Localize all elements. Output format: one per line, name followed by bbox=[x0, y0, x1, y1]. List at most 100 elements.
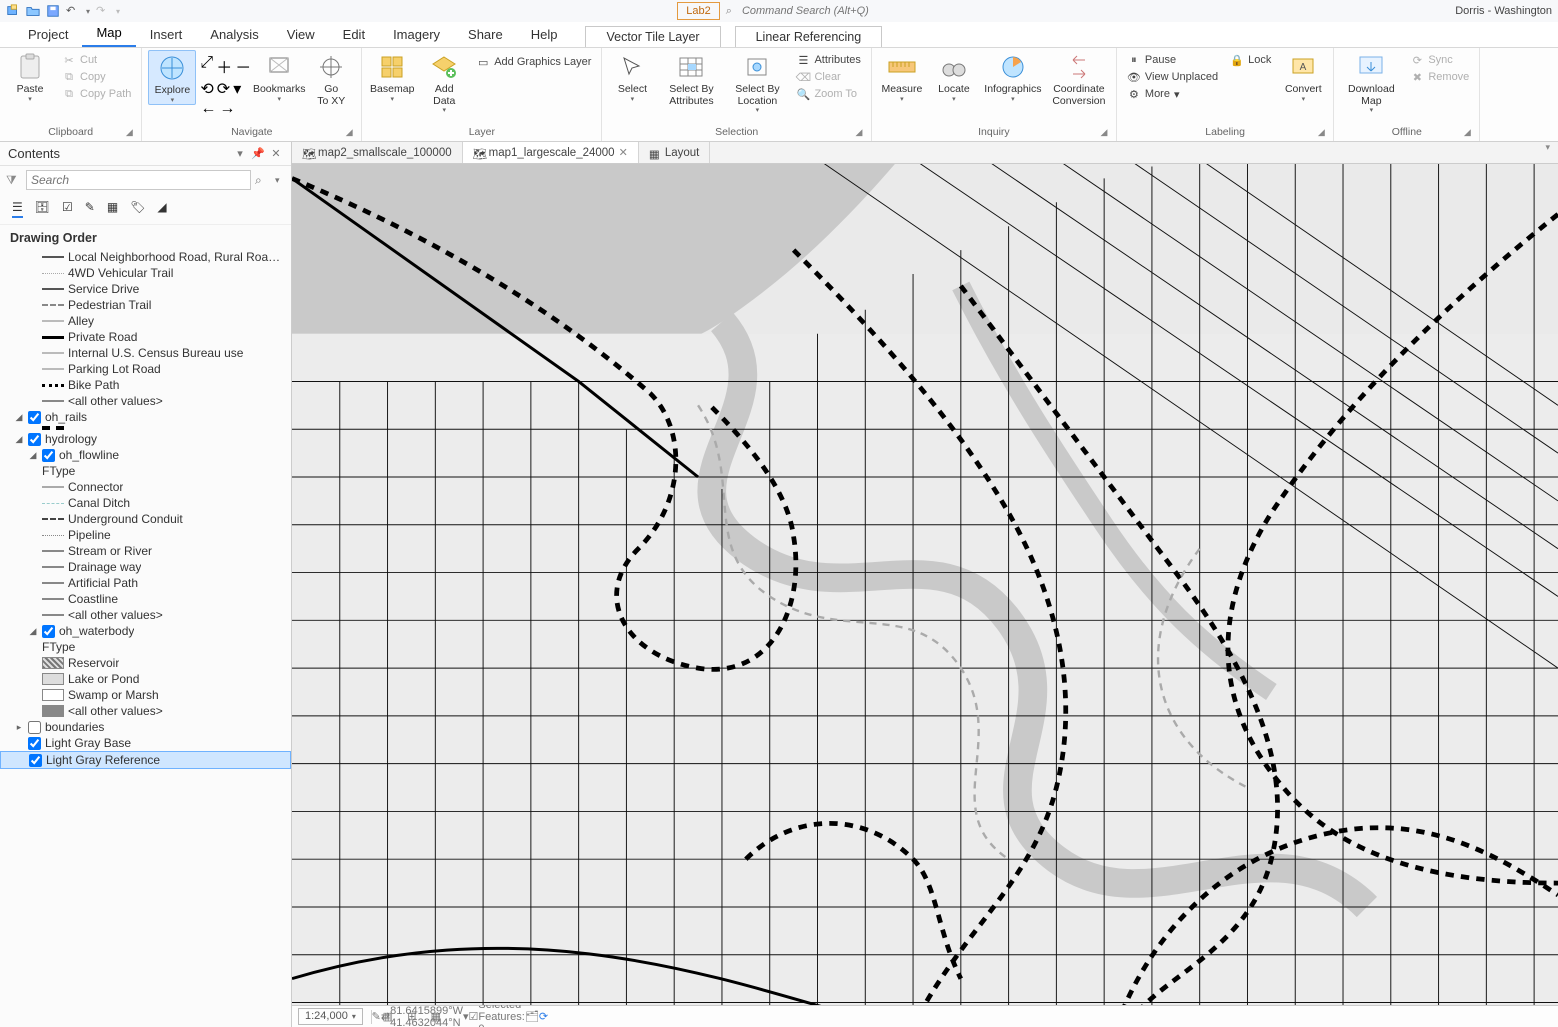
layer-oh-waterbody[interactable]: ◢oh_waterbody bbox=[0, 623, 291, 639]
legend-item[interactable]: <all other values> bbox=[0, 393, 291, 409]
legend-item[interactable]: Pedestrian Trail bbox=[0, 297, 291, 313]
convert-labels-button[interactable]: AConvert▾ bbox=[1279, 50, 1327, 103]
layer-checkbox[interactable] bbox=[42, 625, 55, 638]
list-by-source-icon[interactable]: 🗄 bbox=[35, 200, 50, 218]
tab-linear-referencing[interactable]: Linear Referencing bbox=[735, 26, 883, 47]
list-by-selection-icon[interactable]: ☑ bbox=[62, 200, 73, 218]
list-by-editing-icon[interactable]: ✎ bbox=[85, 200, 95, 218]
redo-dropdown[interactable]: ▾ bbox=[116, 7, 120, 16]
tab-insert[interactable]: Insert bbox=[136, 23, 197, 47]
layer-oh-rails[interactable]: ◢oh_rails bbox=[0, 409, 291, 425]
contents-close-icon[interactable]: ✕ bbox=[269, 147, 283, 160]
legend-item[interactable]: Internal U.S. Census Bureau use bbox=[0, 345, 291, 361]
copy-path-button[interactable]: ⧉Copy Path bbox=[58, 86, 135, 102]
status-corrections-icon[interactable]: ✎ ⇄ 81.6415899°W 41.4632044°N ▾ ☑ Select… bbox=[452, 1009, 468, 1025]
command-search-input[interactable] bbox=[738, 5, 898, 17]
legend-item[interactable]: Service Drive bbox=[0, 281, 291, 297]
legend-item[interactable]: Artificial Path bbox=[0, 575, 291, 591]
inquiry-launcher[interactable]: ◢ bbox=[1098, 127, 1110, 139]
legend-item[interactable]: Local Neighborhood Road, Rural Road, Ci.… bbox=[0, 249, 291, 265]
legend-item[interactable]: Reservoir bbox=[0, 655, 291, 671]
tab-map[interactable]: Map bbox=[82, 21, 135, 47]
layer-checkbox[interactable] bbox=[28, 737, 41, 750]
tab-vector-tile-layer[interactable]: Vector Tile Layer bbox=[585, 26, 720, 47]
tab-project[interactable]: Project bbox=[14, 23, 82, 47]
scale-input[interactable]: 1:24,000▾ bbox=[298, 1008, 363, 1025]
search-mode-dropdown[interactable]: ▾ bbox=[275, 175, 285, 186]
labeling-launcher[interactable]: ◢ bbox=[1315, 127, 1327, 139]
chevron-down-icon[interactable]: ▾ bbox=[352, 1009, 356, 1024]
tab-analysis[interactable]: Analysis bbox=[196, 23, 272, 47]
layer-checkbox[interactable] bbox=[28, 433, 41, 446]
filter-icon[interactable]: ⧩ bbox=[6, 173, 22, 188]
infographics-button[interactable]: Infographics▾ bbox=[982, 50, 1044, 103]
selection-launcher[interactable]: ◢ bbox=[853, 127, 865, 139]
layer-checkbox[interactable] bbox=[28, 411, 41, 424]
table-of-contents[interactable]: Local Neighborhood Road, Rural Road, Ci.… bbox=[0, 247, 291, 1027]
legend-item[interactable]: <all other values> bbox=[0, 607, 291, 623]
layer-light-gray-reference[interactable]: Light Gray Reference bbox=[0, 751, 291, 769]
tab-view[interactable]: View bbox=[273, 23, 329, 47]
clipboard-launcher[interactable]: ◢ bbox=[123, 127, 135, 139]
collapse-icon[interactable]: ◢ bbox=[14, 412, 24, 423]
close-icon[interactable]: ✕ bbox=[619, 146, 628, 159]
layer-checkbox[interactable] bbox=[28, 721, 41, 734]
legend-item[interactable]: Stream or River bbox=[0, 543, 291, 559]
layer-checkbox[interactable] bbox=[29, 754, 42, 767]
undo-icon[interactable]: ↶ bbox=[66, 4, 80, 18]
legend-item[interactable]: Pipeline bbox=[0, 527, 291, 543]
legend-item[interactable]: Underground Conduit bbox=[0, 511, 291, 527]
layer-oh-flowline[interactable]: ◢oh_flowline bbox=[0, 447, 291, 463]
zoom-to-button[interactable]: 🔍Zoom To bbox=[792, 86, 864, 102]
list-by-perspective-icon[interactable]: ◢ bbox=[157, 200, 166, 218]
legend-item[interactable]: Private Road bbox=[0, 329, 291, 345]
legend-item[interactable]: Bike Path bbox=[0, 377, 291, 393]
select-button[interactable]: Select▾ bbox=[608, 50, 656, 103]
map-view[interactable] bbox=[292, 164, 1558, 1005]
doc-tab-map2[interactable]: 🗺map2_smallscale_100000 bbox=[292, 142, 463, 163]
legend-item[interactable]: <all other values> bbox=[0, 703, 291, 719]
sync-button[interactable]: ⟳Sync bbox=[1406, 52, 1473, 68]
new-project-icon[interactable] bbox=[6, 4, 20, 18]
prev-extent-icon[interactable]: ⟲ bbox=[200, 79, 213, 99]
open-project-icon[interactable] bbox=[26, 4, 40, 18]
go-to-xy-button[interactable]: Go To XY bbox=[307, 50, 355, 107]
doc-tab-layout[interactable]: ▦Layout bbox=[639, 142, 711, 163]
offline-launcher[interactable]: ◢ bbox=[1461, 127, 1473, 139]
copy-button[interactable]: ⧉Copy bbox=[58, 69, 135, 85]
paste-button[interactable]: Paste▾ bbox=[6, 50, 54, 103]
fixed-zoom-out-icon[interactable]: － bbox=[235, 54, 251, 78]
doc-tabs-menu[interactable]: ▾ bbox=[1537, 142, 1558, 163]
attributes-button[interactable]: ☰Attributes bbox=[792, 52, 864, 68]
layer-light-gray-base[interactable]: Light Gray Base bbox=[0, 735, 291, 751]
full-extent-icon[interactable]: ⤢ bbox=[200, 54, 213, 78]
legend-item[interactable]: 4WD Vehicular Trail bbox=[0, 265, 291, 281]
pause-labeling-button[interactable]: ⏸Pause bbox=[1123, 52, 1222, 68]
save-icon[interactable] bbox=[46, 4, 60, 18]
catalog-pane-icon[interactable]: 🗂 bbox=[525, 1009, 539, 1025]
measure-button[interactable]: Measure▾ bbox=[878, 50, 926, 103]
select-by-attributes-button[interactable]: Select By Attributes bbox=[660, 50, 722, 107]
list-by-snapping-icon[interactable]: ▦ bbox=[107, 200, 118, 218]
back-icon[interactable]: ← bbox=[200, 100, 216, 118]
add-data-button[interactable]: Add Data▾ bbox=[420, 50, 468, 115]
contents-autohide-icon[interactable]: 📌 bbox=[251, 147, 265, 160]
list-by-labeling-icon[interactable]: 🏷 bbox=[130, 200, 145, 218]
status-dynamic-icon[interactable]: ⇄ bbox=[381, 1009, 390, 1025]
doc-tab-map1[interactable]: 🗺map1_largescale_24000✕ bbox=[463, 142, 639, 163]
labeling-more-button[interactable]: ⚙More ▾ bbox=[1123, 86, 1222, 102]
legend-item[interactable]: Coastline bbox=[0, 591, 291, 607]
legend-item[interactable]: Drainage way bbox=[0, 559, 291, 575]
collapse-icon[interactable]: ◢ bbox=[28, 450, 38, 461]
search-icon[interactable]: ⌕ bbox=[255, 173, 271, 188]
clear-selection-button[interactable]: ⌫Clear bbox=[792, 69, 864, 85]
contents-menu-dropdown[interactable]: ▾ bbox=[233, 147, 247, 160]
tab-help[interactable]: Help bbox=[517, 23, 572, 47]
next-extent-icon[interactable]: ⟳ bbox=[217, 79, 230, 99]
redo-icon[interactable]: ↷ bbox=[96, 4, 110, 18]
tab-share[interactable]: Share bbox=[454, 23, 517, 47]
add-graphics-layer-button[interactable]: ▭Add Graphics Layer bbox=[472, 54, 595, 70]
download-map-button[interactable]: Download Map▾ bbox=[1340, 50, 1402, 115]
undo-dropdown[interactable]: ▾ bbox=[86, 7, 90, 16]
nav-more-icon[interactable]: ▾ bbox=[233, 79, 241, 99]
